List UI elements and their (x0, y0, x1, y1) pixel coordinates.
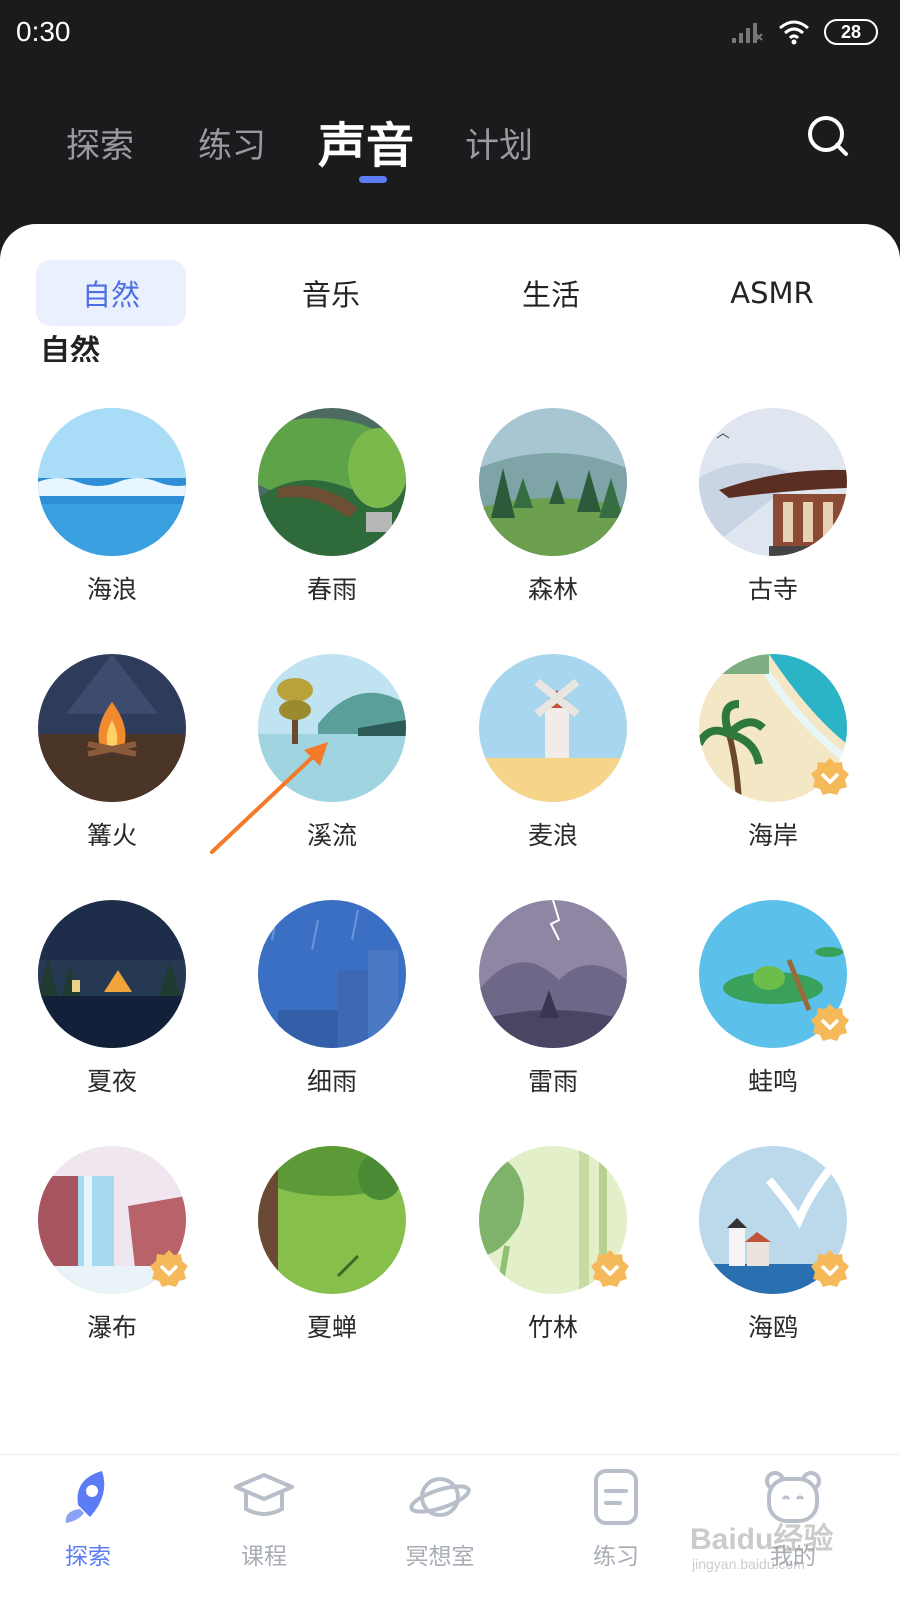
sound-item-waterfall[interactable]: 瀑布 (38, 1146, 188, 1342)
category-tab-nature[interactable]: 自然 (36, 260, 186, 326)
sound-item-coast[interactable]: 海岸 (699, 654, 849, 850)
sound-label: 麦浪 (527, 821, 578, 850)
wheat-waves-thumbnail (479, 654, 627, 802)
cellular-signal-icon (732, 23, 763, 43)
wifi-icon (779, 20, 809, 45)
sound-item-temple[interactable]: 古寺 (699, 408, 849, 604)
sound-item-summer-night[interactable]: 夏夜 (38, 900, 188, 1096)
bottom-nav-practice[interactable]: 练习 (556, 1465, 676, 1571)
bottom-nav-label: 冥想室 (405, 1544, 475, 1570)
sound-label: 森林 (527, 575, 578, 604)
category-tab-asmr[interactable]: ASMR (697, 260, 847, 326)
category-tabs: 自然 音乐 生活 ASMR (0, 260, 900, 326)
forest-thumbnail (479, 408, 627, 556)
sound-label: 古寺 (747, 575, 798, 604)
sound-label: 篝火 (86, 821, 137, 850)
bottom-nav-label: 练习 (593, 1544, 639, 1570)
thunderstorm-thumbnail (479, 900, 627, 1048)
status-time: 0:30 (16, 16, 71, 47)
sound-label: 夏蝉 (306, 1313, 357, 1342)
top-tab-plan[interactable]: 计划 (465, 118, 533, 167)
sound-item-bamboo-forest[interactable]: 竹林 (479, 1146, 629, 1342)
sound-label: 瀑布 (86, 1313, 137, 1342)
waves-thumbnail (38, 408, 186, 556)
active-tab-indicator (359, 176, 387, 183)
sound-item-campfire[interactable]: 篝火 (38, 654, 188, 850)
campfire-thumbnail (38, 654, 186, 802)
battery-level: 28 (840, 21, 862, 42)
sound-item-spring-rain[interactable]: 春雨 (258, 408, 408, 604)
rocket-icon (65, 1471, 105, 1523)
sound-label: 雷雨 (527, 1067, 578, 1096)
search-icon[interactable] (806, 114, 850, 158)
summer-night-thumbnail (38, 900, 186, 1048)
sound-label: 海鸥 (747, 1313, 798, 1342)
sound-item-forest[interactable]: 森林 (479, 408, 629, 604)
sound-item-wheat-waves[interactable]: 麦浪 (479, 654, 629, 850)
sound-label: 蛙鸣 (747, 1067, 798, 1096)
vip-badge-icon (150, 1250, 188, 1287)
bottom-nav-label: 课程 (241, 1544, 287, 1570)
sound-label: 夏夜 (86, 1067, 137, 1096)
bottom-nav-label: 探索 (65, 1544, 111, 1570)
notes-icon (594, 1469, 638, 1525)
sound-label: 细雨 (306, 1067, 357, 1096)
vip-badge-icon (591, 1250, 629, 1287)
category-tab-music[interactable]: 音乐 (256, 260, 406, 326)
bottom-nav-explore[interactable]: 探索 (28, 1465, 148, 1571)
top-nav: 探索 练习 声音 计划 (0, 100, 900, 200)
drizzle-thumbnail (258, 900, 406, 1048)
bottom-nav-meditation-room[interactable]: 冥想室 (380, 1465, 500, 1571)
category-tab-life[interactable]: 生活 (476, 260, 626, 326)
sound-label: 竹林 (527, 1313, 578, 1342)
sound-item-waves[interactable]: 海浪 (38, 408, 188, 604)
top-tab-practice[interactable]: 练习 (198, 118, 266, 167)
status-icons: 28 (730, 19, 878, 45)
cicada-thumbnail (258, 1146, 406, 1294)
vip-badge-icon (811, 1004, 849, 1041)
section-title: 自然 (40, 334, 100, 362)
spring-rain-thumbnail (258, 408, 406, 556)
sound-item-drizzle[interactable]: 细雨 (258, 900, 408, 1096)
sound-label: 海岸 (747, 821, 798, 850)
sound-item-cicada[interactable]: 夏蝉 (258, 1146, 408, 1342)
top-tab-sound[interactable]: 声音 (318, 106, 414, 176)
battery-indicator: 28 (824, 19, 878, 45)
bottom-nav-courses[interactable]: 课程 (204, 1465, 324, 1571)
sound-item-thunderstorm[interactable]: 雷雨 (479, 900, 629, 1096)
sound-item-frog-croak[interactable]: 蛙鸣 (699, 900, 849, 1096)
temple-thumbnail (699, 408, 847, 556)
graduation-cap-icon (234, 1473, 294, 1516)
status-bar: 0:30 28 (0, 0, 900, 64)
planet-icon (409, 1477, 471, 1517)
top-tab-explore[interactable]: 探索 (66, 118, 134, 167)
sound-label: 春雨 (306, 575, 357, 604)
sound-label: 海浪 (86, 575, 137, 604)
vip-badge-icon (811, 1250, 849, 1287)
watermark-url: jingyan.baidu.com (692, 1556, 805, 1572)
annotation-arrow (210, 742, 328, 854)
watermark-logo: Baidu经验 (690, 1523, 834, 1556)
content-sheet: 自然 音乐 生活 ASMR 自然 海浪 春雨 森林 古寺 篝火 溪流 麦浪 海岸… (0, 224, 900, 1454)
vip-badge-icon (811, 758, 849, 795)
sound-item-seagull[interactable]: 海鸥 (699, 1146, 849, 1342)
